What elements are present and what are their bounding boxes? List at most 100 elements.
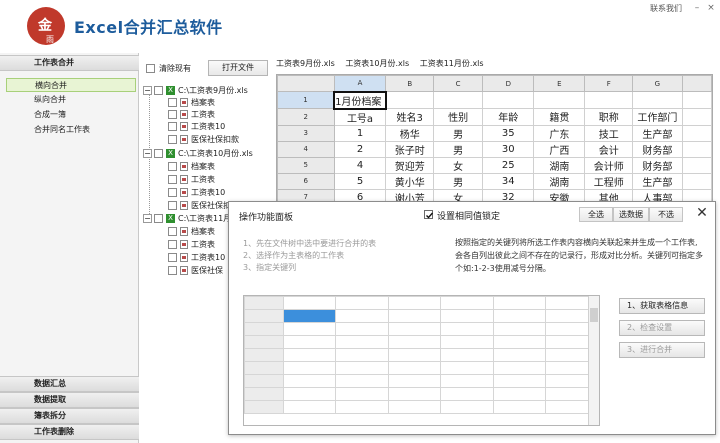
sheet-cell[interactable]: 黄小华: [385, 172, 434, 190]
lock-same-value-checkbox[interactable]: [424, 210, 434, 219]
tree-sheet-row[interactable]: 工资表10: [168, 187, 225, 199]
column-header[interactable]: D: [482, 75, 535, 92]
sheet-cell[interactable]: 34: [482, 172, 535, 190]
sheet-cell[interactable]: 财务部: [632, 140, 683, 158]
sheet-cell[interactable]: 25: [482, 156, 535, 174]
column-header[interactable]: C: [432, 75, 484, 92]
tree-sheet-row[interactable]: 档案表: [168, 226, 215, 238]
sheet-cell[interactable]: 年龄: [482, 108, 535, 126]
select-none-button[interactable]: 不选: [649, 207, 683, 222]
sheet-cell[interactable]: 工程师: [584, 172, 633, 190]
sheet-cell[interactable]: 会计师: [584, 156, 633, 174]
nav-group-data-summary[interactable]: 数据汇总: [0, 376, 139, 392]
sheet-checkbox[interactable]: [168, 135, 177, 144]
collapse-icon[interactable]: −: [143, 214, 152, 223]
sheet-cell[interactable]: 生产部: [632, 124, 683, 142]
sheet-cell[interactable]: 1月份档案: [333, 90, 387, 110]
sheet-cell[interactable]: 性别: [432, 108, 484, 126]
sheet-checkbox[interactable]: [168, 253, 177, 262]
open-file-button[interactable]: 打开文件: [208, 60, 268, 76]
nav-item-combine-workbook[interactable]: 合成一簿: [6, 108, 136, 122]
sheet-cell[interactable]: [681, 91, 712, 109]
sheet-cell[interactable]: 男: [432, 140, 484, 158]
clear-existing-checkbox[interactable]: [146, 64, 155, 73]
sheet-cell[interactable]: 5: [333, 172, 387, 190]
sheet-cell[interactable]: [681, 156, 712, 174]
row-header[interactable]: 1: [277, 91, 335, 109]
sheet-cell[interactable]: 35: [482, 124, 535, 142]
sheet-checkbox[interactable]: [168, 175, 177, 184]
contact-link[interactable]: 联系我们: [650, 3, 682, 14]
key-column-grid[interactable]: [243, 295, 600, 426]
get-table-info-button[interactable]: 1、获取表格信息: [619, 298, 705, 314]
tree-sheet-row[interactable]: 工资表10: [168, 252, 225, 264]
column-header[interactable]: [681, 75, 712, 92]
sheet-cell[interactable]: 30: [482, 140, 535, 158]
sheet-cell[interactable]: 财务部: [632, 156, 683, 174]
sheet-cell[interactable]: 职称: [584, 108, 633, 126]
sheet-cell[interactable]: 技工: [584, 124, 633, 142]
tree-sheet-row[interactable]: 医保社保: [168, 265, 223, 277]
sheet-cell[interactable]: 4: [333, 156, 387, 174]
vertical-scrollbar[interactable]: [588, 296, 599, 425]
collapse-icon[interactable]: −: [143, 149, 152, 158]
minimize-icon[interactable]: –: [690, 2, 704, 14]
select-all-button[interactable]: 全选: [579, 207, 613, 222]
row-header[interactable]: 3: [277, 124, 335, 142]
tree-file-row[interactable]: − X C:\工资表10月份.xls: [143, 148, 253, 160]
column-header[interactable]: F: [584, 75, 633, 92]
nav-group-worksheet-merge[interactable]: 工作表合并: [0, 55, 139, 71]
close-window-icon[interactable]: ×: [704, 2, 718, 14]
sheet-cell[interactable]: 2: [333, 140, 387, 158]
corner-cell[interactable]: [277, 75, 335, 92]
sheet-cell[interactable]: [681, 124, 712, 142]
sheet-checkbox[interactable]: [168, 227, 177, 236]
sheet-cell[interactable]: [482, 91, 535, 109]
sheet-cell[interactable]: 1: [333, 124, 387, 142]
nav-group-data-extract[interactable]: 数据提取: [0, 392, 139, 408]
close-icon[interactable]: ✕: [695, 205, 709, 221]
sheet-checkbox[interactable]: [168, 110, 177, 119]
sheet-cell[interactable]: [584, 91, 633, 109]
sheet-cell[interactable]: 女: [432, 156, 484, 174]
tree-file-row[interactable]: − X C:\工资表9月份.xls: [143, 85, 248, 97]
column-header[interactable]: A: [333, 75, 387, 92]
file-checkbox[interactable]: [154, 149, 163, 158]
nav-item-vertical-merge[interactable]: 纵向合并: [6, 93, 136, 107]
sheet-cell[interactable]: 男: [432, 124, 484, 142]
row-header[interactable]: 2: [277, 108, 335, 126]
nav-item-horizontal-merge[interactable]: 横向合并: [6, 78, 136, 92]
scrollbar-thumb[interactable]: [590, 308, 598, 322]
sheet-cell[interactable]: 张子时: [385, 140, 434, 158]
sheet-checkbox[interactable]: [168, 240, 177, 249]
tree-sheet-row[interactable]: 工资表: [168, 174, 215, 186]
sheet-cell[interactable]: 会计: [584, 140, 633, 158]
sheet-cell[interactable]: 湖南: [533, 172, 586, 190]
tab-file-1[interactable]: 工资表9月份.xls: [276, 59, 335, 68]
tree-sheet-row[interactable]: 工资表10: [168, 121, 225, 133]
sheet-cell[interactable]: 姓名3: [385, 108, 434, 126]
row-header[interactable]: 6: [277, 172, 335, 190]
sheet-checkbox[interactable]: [168, 98, 177, 107]
sheet-cell[interactable]: [681, 172, 712, 190]
collapse-icon[interactable]: −: [143, 86, 152, 95]
sheet-cell[interactable]: [681, 108, 712, 126]
sheet-cell[interactable]: 杨华: [385, 124, 434, 142]
tree-sheet-row[interactable]: 工资表: [168, 239, 215, 251]
sheet-checkbox[interactable]: [168, 162, 177, 171]
sheet-checkbox[interactable]: [168, 188, 177, 197]
row-header[interactable]: 5: [277, 156, 335, 174]
row-header[interactable]: 4: [277, 140, 335, 158]
sheet-cell[interactable]: 男: [432, 172, 484, 190]
tree-sheet-row[interactable]: 档案表: [168, 161, 215, 173]
tree-sheet-row[interactable]: 工资表: [168, 109, 215, 121]
tree-sheet-row[interactable]: 医保社保扣: [168, 200, 231, 212]
sheet-cell[interactable]: 生产部: [632, 172, 683, 190]
sheet-cell[interactable]: 湖南: [533, 156, 586, 174]
selected-cell[interactable]: [282, 309, 337, 323]
sheet-cell[interactable]: 工作部门: [632, 108, 683, 126]
sheet-cell[interactable]: [432, 91, 484, 109]
spreadsheet-grid[interactable]: A B C D E F G 1 1月份档案 2 工号a 姓名3 性别 年龄 籍贯 职称 工作部门 3…: [276, 74, 713, 204]
sheet-checkbox[interactable]: [168, 122, 177, 131]
sheet-checkbox[interactable]: [168, 266, 177, 275]
